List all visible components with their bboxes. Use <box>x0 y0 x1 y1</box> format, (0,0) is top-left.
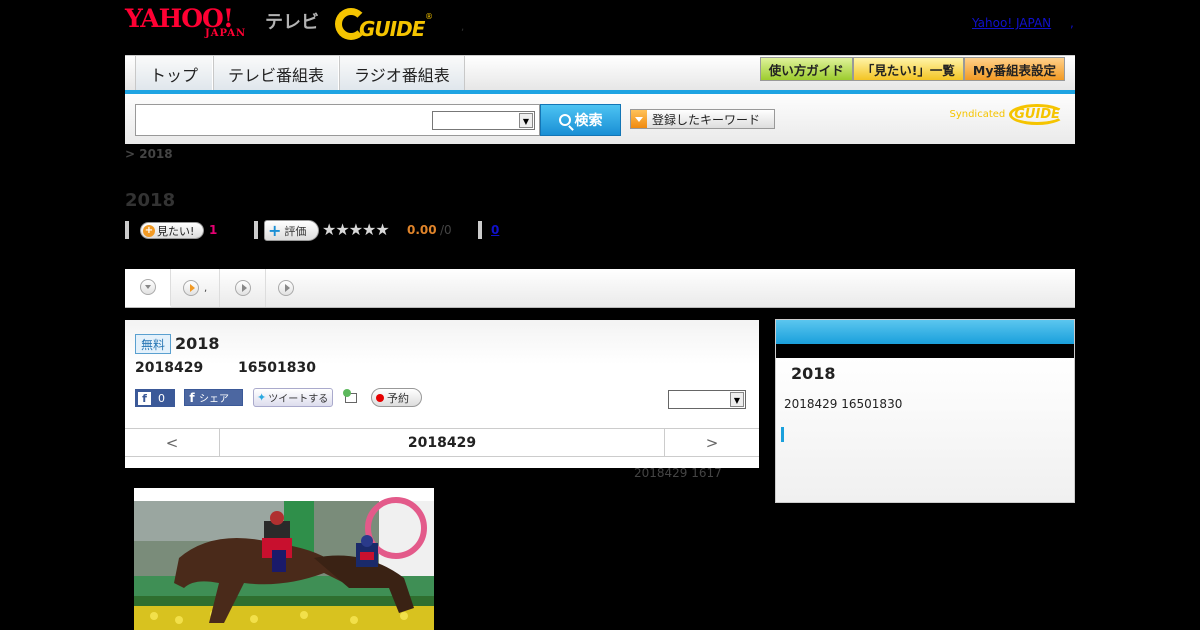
play-icon <box>234 280 251 296</box>
stat-divider <box>254 221 258 239</box>
current-date-label: 2018429 <box>407 434 477 451</box>
usage-guide-button[interactable]: 使い方ガイド <box>759 57 853 81</box>
nav-tab-top[interactable]: トップ <box>135 56 214 91</box>
program-card: 無料 2018 2018429 16501830 f 0 f シェア ✦ ツイー… <box>125 320 759 468</box>
twitter-bird-icon: ✦ <box>257 391 267 404</box>
yahoo-japan-link[interactable]: Yahoo! JAPAN <box>972 16 1051 30</box>
watchlist-button[interactable]: 「見たい!」一覧 <box>852 57 964 81</box>
free-badge: 無料 <box>135 334 171 354</box>
tab-expand[interactable] <box>125 269 171 307</box>
tab-play-2[interactable] <box>220 269 266 307</box>
chevron-down-icon <box>139 279 156 295</box>
chevron-down-icon <box>631 110 647 128</box>
side-panel-header <box>776 320 1074 344</box>
rate-label: 評価 <box>284 224 307 238</box>
side-program-title: 2018 <box>791 364 836 383</box>
gguide-logo-text: GUIDE <box>359 17 425 41</box>
syndicated-label: Syndicated <box>949 109 1006 120</box>
want-to-watch-count: 1 <box>209 223 218 237</box>
side-program-datetime: 2018429 16501830 <box>784 397 903 411</box>
stat-divider <box>478 221 482 239</box>
horse-racing-image <box>134 488 434 630</box>
date-navigation: < 2018429 > <box>125 428 759 457</box>
gguide-logo[interactable]: GUIDE ® <box>335 8 435 42</box>
want-to-watch-button[interactable]: + 見たい! <box>140 222 204 239</box>
plus-badge-icon <box>343 389 351 397</box>
stat-divider <box>125 221 129 239</box>
program-title: 2018 <box>175 334 220 353</box>
facebook-icon: f <box>138 391 151 405</box>
play-icon <box>278 280 294 296</box>
rating-count: /0 <box>440 223 452 237</box>
record-reserve-label: 予約 <box>387 391 409 405</box>
breadcrumb: > 2018 <box>125 147 173 161</box>
program-photo <box>134 488 434 630</box>
program-time: 16501830 <box>238 360 316 376</box>
header-separator: , <box>461 22 465 33</box>
tv-logo-text: テレビ <box>265 12 319 33</box>
play-icon <box>183 280 199 296</box>
tab-play-1[interactable]: , <box>171 269 220 307</box>
side-section-marker <box>781 427 784 442</box>
nav-tab-radio-listings[interactable]: ラジオ番組表 <box>339 56 465 91</box>
saved-keywords-button[interactable]: 登録したキーワード <box>630 109 775 129</box>
nav-tab-tv-listings[interactable]: テレビ番組表 <box>213 56 340 91</box>
dropdown-arrow-icon: ▼ <box>730 392 744 407</box>
tweet-label: ツイートする <box>268 394 329 405</box>
tweet-button[interactable]: ✦ ツイートする <box>253 388 333 407</box>
rating-score: 0.00 <box>407 223 437 237</box>
side-panel: 2018 2018429 16501830 <box>775 319 1075 503</box>
tab-play-3[interactable] <box>266 269 306 307</box>
yahoo-japan-logo[interactable]: YAHOO! JAPAN <box>125 6 265 42</box>
dropdown-arrow-icon: ▼ <box>519 113 533 128</box>
nav-tabs: トップ テレビ番組表 ラジオ番組表 <box>135 56 465 91</box>
record-reserve-button[interactable]: 予約 <box>371 388 422 407</box>
search-category-select[interactable]: ▼ <box>432 111 535 130</box>
tab-play-label: , <box>204 282 208 294</box>
plus-icon: + <box>143 224 155 237</box>
broadcast-info: 2018429 1617 <box>634 466 722 480</box>
nav-utility-buttons: 使い方ガイド 「見たい!」一覧 My番組表設定 <box>759 57 1065 81</box>
rating-stars: ★★★★★ <box>322 220 390 239</box>
review-count-link[interactable]: 0 <box>491 223 499 237</box>
facebook-share-button[interactable]: f シェア <box>184 389 243 406</box>
record-dot-icon <box>376 393 384 402</box>
content-tabs: , <box>125 269 1075 308</box>
page-title: 2018 <box>125 190 176 211</box>
facebook-icon: f <box>189 390 195 405</box>
add-calendar-icon[interactable] <box>343 389 359 405</box>
search-bar: ▼ 検索 登録したキーワード Syndicated GUIDE <box>125 94 1075 144</box>
facebook-like-count: 0 <box>158 391 165 405</box>
saved-keywords-label: 登録したキーワード <box>652 112 761 127</box>
previous-date-button[interactable]: < <box>125 429 220 456</box>
side-panel-band <box>776 344 1074 358</box>
syndicated-gguide-logo: Syndicated GUIDE <box>949 104 1065 125</box>
side-panel-body: 2018 2018429 16501830 <box>776 358 1074 502</box>
next-date-button[interactable]: > <box>664 429 759 456</box>
my-listings-settings-button[interactable]: My番組表設定 <box>963 57 1065 81</box>
global-nav: トップ テレビ番組表 ラジオ番組表 使い方ガイド 「見たい!」一覧 My番組表設… <box>125 55 1075 91</box>
program-action-select[interactable]: ▼ <box>668 390 746 409</box>
search-icon <box>558 114 571 126</box>
facebook-like-button[interactable]: f 0 <box>135 389 175 407</box>
search-button-label: 検索 <box>574 113 603 129</box>
japan-logo-text: JAPAN <box>205 28 247 39</box>
program-date: 2018429 <box>135 360 204 376</box>
facebook-share-label: シェア <box>199 394 229 405</box>
plus-icon: + <box>268 220 282 240</box>
syndicated-gguide-text: GUIDE <box>1009 104 1065 125</box>
rate-button[interactable]: + 評価 <box>264 220 319 241</box>
header-link-separator: , <box>1070 16 1074 30</box>
want-to-watch-label: 見たい! <box>157 224 195 238</box>
search-button[interactable]: 検索 <box>540 104 621 136</box>
registered-mark: ® <box>425 12 433 21</box>
